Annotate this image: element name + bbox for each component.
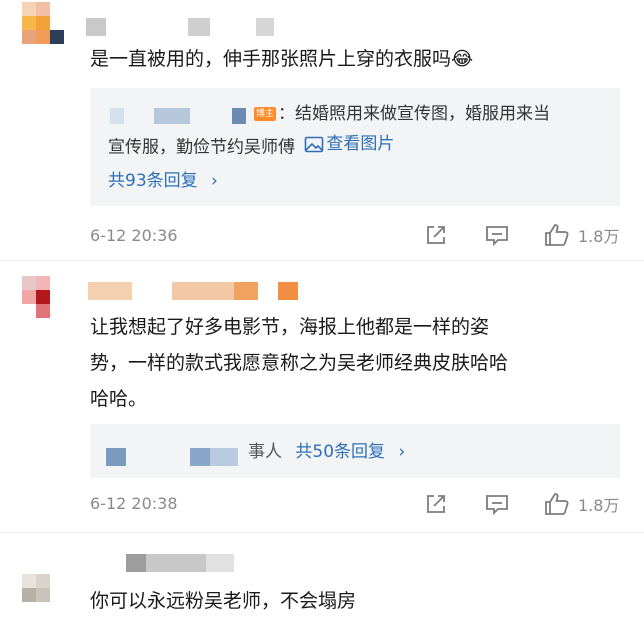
- username-blurred[interactable]: [146, 554, 206, 572]
- comment-text-line3: 哈哈。: [90, 388, 148, 410]
- reply-text-line1: 博主 ：结婚照用来做宣传图，婚服用来当: [254, 104, 551, 124]
- username-blurred[interactable]: [86, 18, 106, 36]
- reply-text-line2: 宣传服，勤俭节约吴师傅 查看图片: [108, 129, 394, 163]
- username-blurred[interactable]: [206, 554, 234, 572]
- picture-icon: [305, 136, 324, 152]
- comment-icon[interactable]: [485, 493, 509, 515]
- like-button[interactable]: 1.8万: [544, 492, 619, 516]
- replier-name-blurred[interactable]: [190, 448, 210, 466]
- like-count: 1.8万: [578, 227, 620, 246]
- username-blurred[interactable]: [256, 18, 274, 36]
- comment-time: 6-12 20:38: [90, 494, 178, 513]
- reply-count-link[interactable]: 共93条回复 ›: [108, 166, 218, 196]
- comment-1: 是一直被用的，伸手那张照片上穿的衣服吗😂 博主 ：结婚照用来做宣传图，婚服用来当 …: [0, 0, 644, 258]
- username-blurred[interactable]: [172, 282, 234, 300]
- replier-name-blurred[interactable]: [232, 108, 246, 124]
- avatar[interactable]: [22, 276, 64, 318]
- replier-name-blurred[interactable]: [154, 108, 190, 124]
- username-blurred[interactable]: [126, 554, 146, 572]
- username-blurred[interactable]: [278, 282, 298, 300]
- replier-name-blurred[interactable]: [106, 448, 126, 466]
- comment-text-line1: 让我想起了好多电影节，海报上他都是一样的姿: [90, 316, 490, 338]
- replier-name-blurred[interactable]: [210, 448, 238, 466]
- share-icon[interactable]: [425, 493, 447, 515]
- divider: [0, 260, 644, 261]
- reply-count-link[interactable]: 共50条回复 ›: [295, 442, 405, 462]
- comment-text: 是一直被用的，伸手那张照片上穿的衣服吗😂: [90, 48, 474, 70]
- comment-3: 你可以永远粉吴老师，不会塌房: [0, 534, 644, 617]
- reply-box[interactable]: 事人 共50条回复 ›: [90, 424, 620, 478]
- replier-name-blurred[interactable]: [110, 108, 124, 124]
- comment-icon[interactable]: [485, 224, 509, 246]
- username-blurred[interactable]: [234, 282, 258, 300]
- like-icon: [545, 493, 569, 515]
- comment-text: 你可以永远粉吴老师，不会塌房: [90, 590, 357, 612]
- like-count: 1.8万: [578, 496, 620, 515]
- author-badge: 博主: [254, 107, 277, 121]
- like-button[interactable]: 1.8万: [544, 223, 619, 247]
- comment-text-line2: 势，一样的款式我愿意称之为吴老师经典皮肤哈哈: [90, 352, 509, 374]
- username-blurred[interactable]: [88, 282, 132, 300]
- reply-box[interactable]: 博主 ：结婚照用来做宣传图，婚服用来当 宣传服，勤俭节约吴师傅 查看图片 共93条…: [90, 88, 620, 206]
- avatar[interactable]: [22, 574, 64, 616]
- replier-name-partial: 事人: [248, 442, 282, 462]
- reply-preview: 事人 共50条回复 ›: [248, 437, 405, 467]
- view-image-link[interactable]: 查看图片: [300, 129, 394, 159]
- avatar[interactable]: [22, 2, 64, 44]
- username-blurred[interactable]: [188, 18, 210, 36]
- comment-2: 让我想起了好多电影节，海报上他都是一样的姿 势，一样的款式我愿意称之为吴老师经典…: [0, 262, 644, 526]
- divider: [0, 532, 644, 533]
- like-icon: [545, 224, 569, 246]
- share-icon[interactable]: [425, 224, 447, 246]
- comment-time: 6-12 20:36: [90, 226, 178, 245]
